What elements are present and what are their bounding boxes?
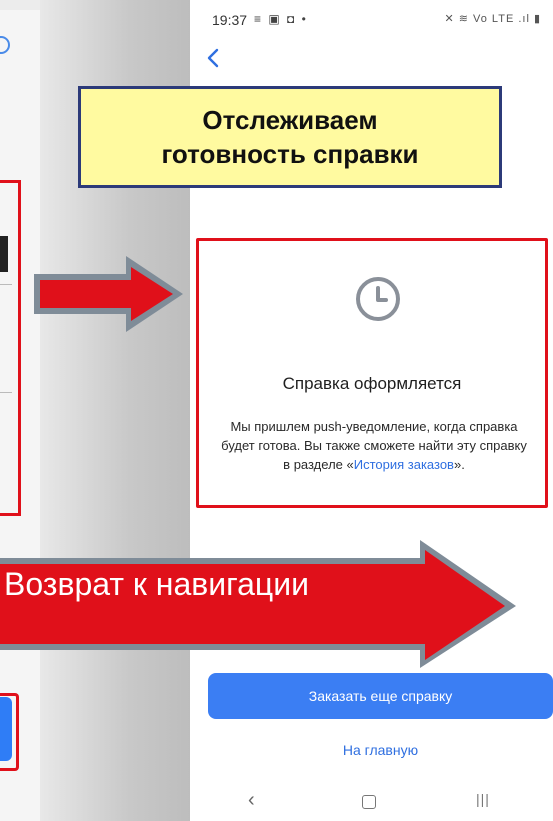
back-arrow-icon[interactable] bbox=[204, 46, 224, 70]
system-nav-bar: ‹ ||| bbox=[190, 781, 553, 821]
nav-recent-icon[interactable]: ||| bbox=[476, 791, 490, 807]
notification-icons: ≡ ▣ ◘ • bbox=[254, 12, 308, 26]
return-arrow-icon bbox=[0, 540, 516, 668]
left-button-highlight-frame bbox=[0, 693, 19, 771]
status-time: 19:37 bbox=[212, 12, 248, 28]
signal-battery-icons: ✕ ≋ Vo LTE .ıl ▮ bbox=[444, 13, 541, 25]
order-more-button[interactable]: Заказать еще справку bbox=[208, 673, 553, 719]
callout-line-2: готовность справки bbox=[161, 139, 419, 169]
home-link[interactable]: На главную bbox=[208, 742, 553, 758]
callout-label: Отслеживаем готовность справки bbox=[78, 86, 502, 188]
return-arrow-label: Возврат к навигации bbox=[4, 566, 309, 602]
pointer-arrow-icon bbox=[34, 256, 183, 332]
status-bar: 19:37 ≡ ▣ ◘ • ✕ ≋ Vo LTE .ıl ▮ bbox=[190, 0, 553, 40]
callout-line-1: Отслеживаем bbox=[202, 105, 378, 135]
nav-home-icon[interactable] bbox=[362, 795, 376, 809]
status-title: Справка оформляется bbox=[282, 374, 462, 393]
status-card-highlight: Справка оформляется Мы пришлем push-увед… bbox=[196, 238, 548, 508]
clock-icon bbox=[356, 277, 400, 321]
left-highlight-frame bbox=[0, 180, 21, 516]
status-description-end: ». bbox=[453, 457, 465, 472]
status-description: Мы пришлем push-уведомление, когда справ… bbox=[219, 417, 529, 474]
order-history-link[interactable]: История заказов bbox=[354, 457, 454, 472]
nav-back-icon[interactable]: ‹ bbox=[248, 789, 255, 812]
